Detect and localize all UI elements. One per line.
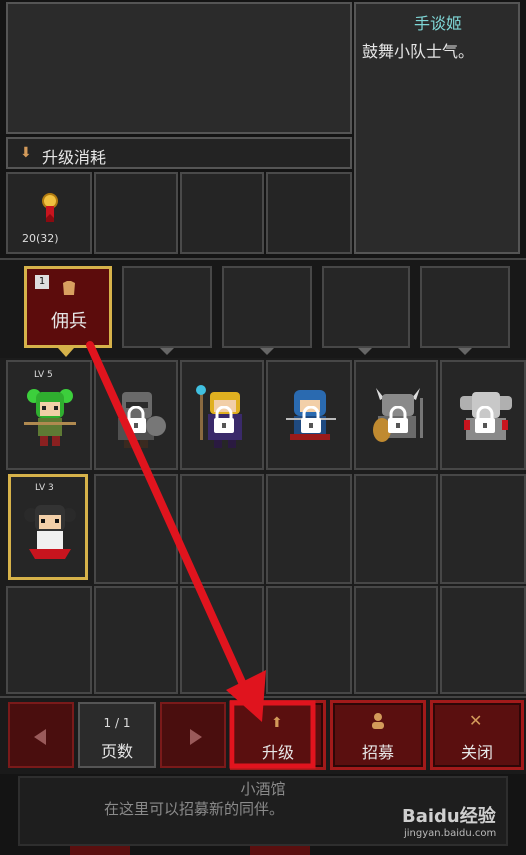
annotation-arrow <box>86 341 316 769</box>
